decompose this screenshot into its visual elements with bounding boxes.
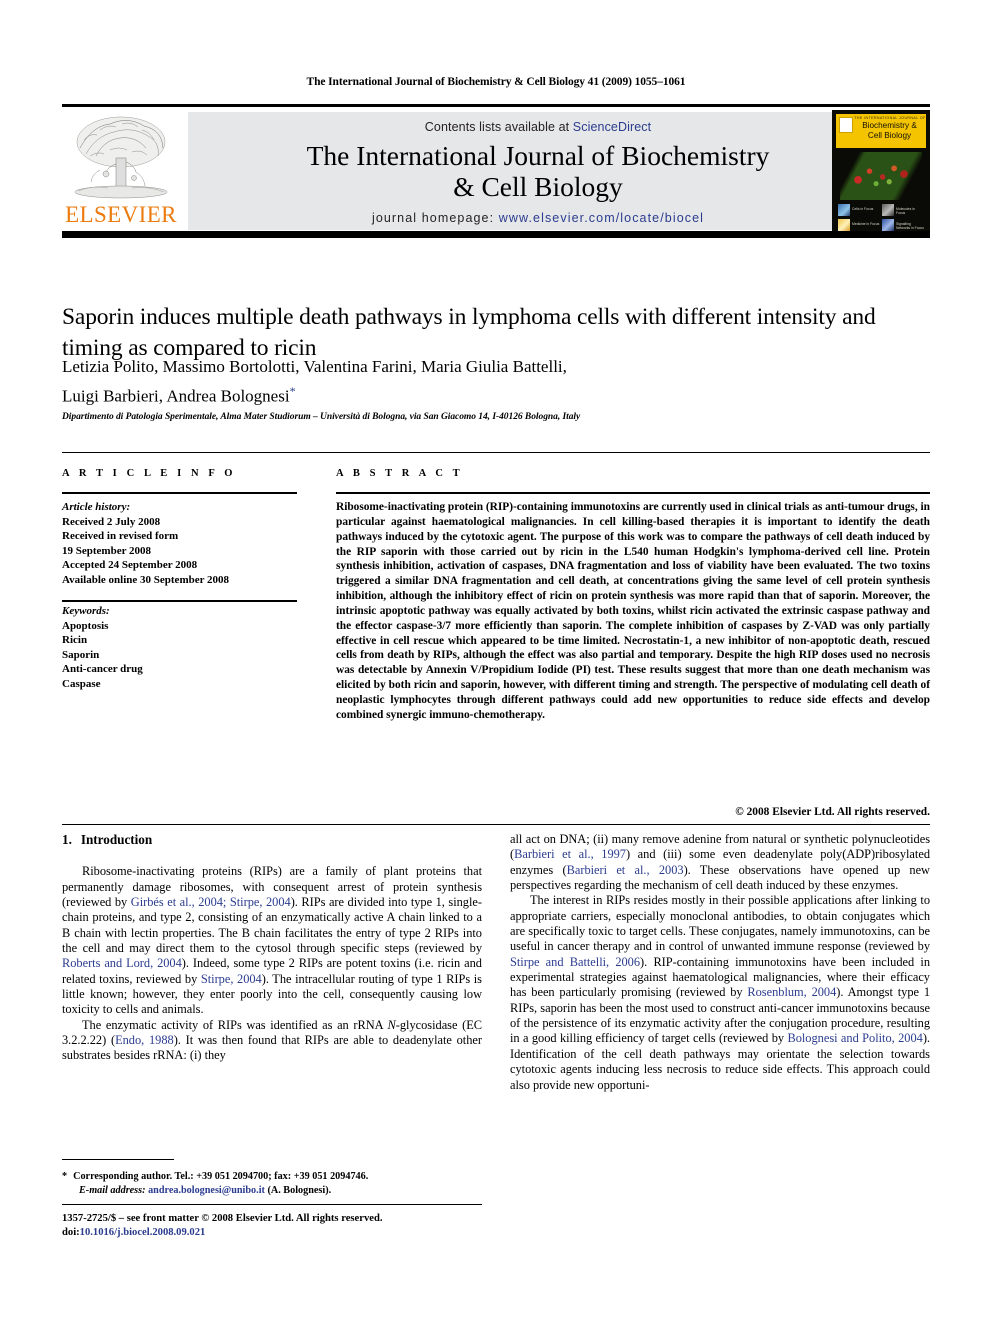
email-suffix: (A. Bolognesi).: [264, 1184, 332, 1196]
cover-title-line2: Cell Biology: [867, 130, 912, 140]
cover-thumb-1: [838, 204, 850, 216]
journal-banner: Contents lists available at ScienceDirec…: [188, 112, 888, 230]
corresponding-author-marker: *: [289, 384, 296, 398]
contents-available-line: Contents lists available at ScienceDirec…: [188, 112, 888, 134]
footnote-line-2: E-mail address: andrea.bolognesi@unibo.i…: [62, 1184, 482, 1198]
corresponding-author-footnote: * Corresponding author. Tel.: +39 051 209…: [62, 1170, 482, 1197]
homepage-label: journal homepage:: [371, 211, 499, 225]
abstract-copyright: © 2008 Elsevier Ltd. All rights reserved…: [735, 806, 930, 818]
email-label: E-mail address:: [79, 1184, 146, 1196]
cover-thumb-2-label: Molecules in Focus: [896, 207, 915, 215]
article-history-label: Article history:: [62, 501, 131, 513]
author-list: Letizia Polito, Massimo Bortolotti, Vale…: [62, 355, 892, 409]
cover-title-line1: Biochemistry &: [862, 121, 917, 130]
journal-homepage-link[interactable]: www.elsevier.com/locate/biocel: [499, 211, 704, 225]
history-item: Accepted 24 September 2008: [62, 559, 198, 572]
footnote-line-1: * Corresponding author. Tel.: +39 051 209…: [62, 1170, 482, 1184]
footnote-contact: Corresponding author. Tel.: +39 051 2094…: [73, 1171, 369, 1182]
doi-link[interactable]: 10.1016/j.biocel.2008.09.021: [80, 1227, 206, 1238]
elsevier-tree-icon: [70, 112, 172, 200]
abstract-header: A B S T R A C T: [336, 468, 464, 479]
imprint-block: 1357-2725/$ – see front matter © 2008 El…: [62, 1212, 492, 1240]
affiliation: Dipartimento di Patologia Sperimentale, …: [62, 412, 581, 422]
running-head: The International Journal of Biochemistr…: [306, 76, 686, 88]
text-run-italic: N-: [387, 1017, 400, 1032]
abstract-text: Ribosome-inactivating protein (RIP)-cont…: [336, 501, 930, 721]
cover-thumb-2: [882, 204, 894, 216]
article-history-block: Article history: Received 2 July 2008 Re…: [62, 500, 307, 588]
journal-title: The International Journal of Biochemistr…: [188, 140, 888, 202]
footnote-rule: [62, 1159, 174, 1161]
body-column-right: all act on DNA; (ii) many remove adenine…: [510, 832, 930, 1093]
doi-line: doi:10.1016/j.biocel.2008.09.021: [62, 1226, 492, 1240]
article-info-rule: [62, 492, 297, 494]
citation-link[interactable]: Roberts and Lord, 2004: [62, 956, 182, 970]
journal-title-line1: The International Journal of Biochemistr…: [306, 140, 770, 171]
journal-cover-image: THE INTERNATIONAL JOURNAL OF Biochemistr…: [832, 110, 930, 232]
cover-thumb-3: [838, 219, 850, 231]
cover-thumb-row-1: Cells in Focus Molecules in Focus: [838, 204, 924, 217]
citation-link[interactable]: Bolognesi and Polito, 2004: [787, 1031, 922, 1045]
history-item: Received in revised form: [62, 530, 179, 543]
cover-micrograph-image: [840, 152, 922, 200]
paper-page: The International Journal of Biochemistr…: [0, 0, 992, 1323]
keyword-item: Ricin: [62, 634, 88, 647]
text-run: The enzymatic activity of RIPs was ident…: [82, 1017, 388, 1032]
citation-link[interactable]: Rosenblum, 2004: [747, 985, 836, 999]
citation-link[interactable]: Girbés et al., 2004; Stirpe, 2004: [131, 895, 291, 909]
citation-link[interactable]: Stirpe, 2004: [201, 972, 262, 986]
doi-label: doi:: [62, 1227, 80, 1238]
citation-link[interactable]: Barbieri et al., 1997: [514, 847, 626, 861]
citation-link[interactable]: Barbieri et al., 2003: [567, 863, 684, 877]
text-run: The interest in RIPs resides mostly in t…: [510, 893, 930, 954]
cover-thumb-4-label: Signalling Networks in Focus: [896, 222, 924, 230]
keywords-block: Keywords: Apoptosis Ricin Saporin Anti-c…: [62, 604, 307, 692]
cover-elsevier-logo-icon: [839, 117, 853, 133]
author-line-2: Luigi Barbieri, Andrea Bolognesi*: [62, 379, 892, 409]
history-item: 19 September 2008: [62, 544, 152, 557]
cover-title: Biochemistry & Cell Biology: [852, 121, 927, 140]
abstract-section-bottom-rule: [62, 824, 930, 825]
intro-paragraph-2: The enzymatic activity of RIPs was ident…: [62, 1018, 482, 1064]
citation-link[interactable]: Endo, 1988: [115, 1033, 174, 1047]
abstract-rule: [336, 492, 930, 494]
keywords-rule: [62, 600, 297, 602]
sciencedirect-link[interactable]: ScienceDirect: [573, 120, 651, 134]
keyword-item: Caspase: [62, 677, 101, 690]
section-number: 1.: [62, 832, 72, 847]
author-line-2-names: Luigi Barbieri, Andrea Bolognesi: [62, 386, 290, 406]
section-heading-introduction: 1. Introduction: [62, 832, 482, 847]
section-title: Introduction: [80, 832, 153, 847]
journal-masthead: ELSEVIER Contents lists available at Sci…: [62, 104, 930, 238]
email-link[interactable]: andrea.bolognesi@unibo.it: [148, 1185, 265, 1196]
footnote-marker: *: [62, 1171, 68, 1182]
cover-superline: THE INTERNATIONAL JOURNAL OF: [854, 116, 926, 120]
author-line-1: Letizia Polito, Massimo Bortolotti, Vale…: [62, 357, 567, 376]
journal-homepage-line: journal homepage: www.elsevier.com/locat…: [188, 211, 888, 225]
journal-title-line2: & Cell Biology: [453, 171, 623, 202]
intro-paragraph-3: all act on DNA; (ii) many remove adenine…: [510, 832, 930, 893]
masthead-top-rule: [62, 104, 930, 107]
abstract-section-top-rule: [62, 452, 930, 453]
keyword-item: Anti-cancer drug: [62, 663, 143, 676]
keywords-label: Keywords:: [62, 605, 110, 617]
article-info-header: A R T I C L E I N F O: [62, 468, 237, 479]
imprint-rule: [62, 1204, 482, 1206]
elsevier-wordmark: ELSEVIER: [65, 202, 177, 227]
keyword-item: Apoptosis: [62, 619, 109, 632]
history-item: Received 2 July 2008: [62, 515, 161, 528]
body-column-left: 1. Introduction Ribosome-inactivating pro…: [62, 832, 482, 1064]
intro-paragraph-4: The interest in RIPs resides mostly in t…: [510, 893, 930, 1092]
intro-paragraph-1: Ribosome-inactivating proteins (RIPs) ar…: [62, 864, 482, 1017]
keyword-item: Saporin: [62, 648, 100, 661]
history-item: Available online 30 September 2008: [62, 573, 230, 586]
contents-prefix: Contents lists available at: [424, 120, 573, 134]
citation-link[interactable]: Stirpe and Battelli, 2006: [510, 955, 640, 969]
issn-copyright-line: 1357-2725/$ – see front matter © 2008 El…: [62, 1213, 383, 1224]
cover-thumb-3-label: Medicine in Focus: [852, 222, 880, 226]
cover-thumb-4: [882, 219, 894, 231]
cover-thumb-1-label: Cells in Focus: [852, 207, 874, 211]
elsevier-logo: ELSEVIER: [62, 110, 180, 230]
masthead-bottom-rule: [62, 231, 930, 238]
